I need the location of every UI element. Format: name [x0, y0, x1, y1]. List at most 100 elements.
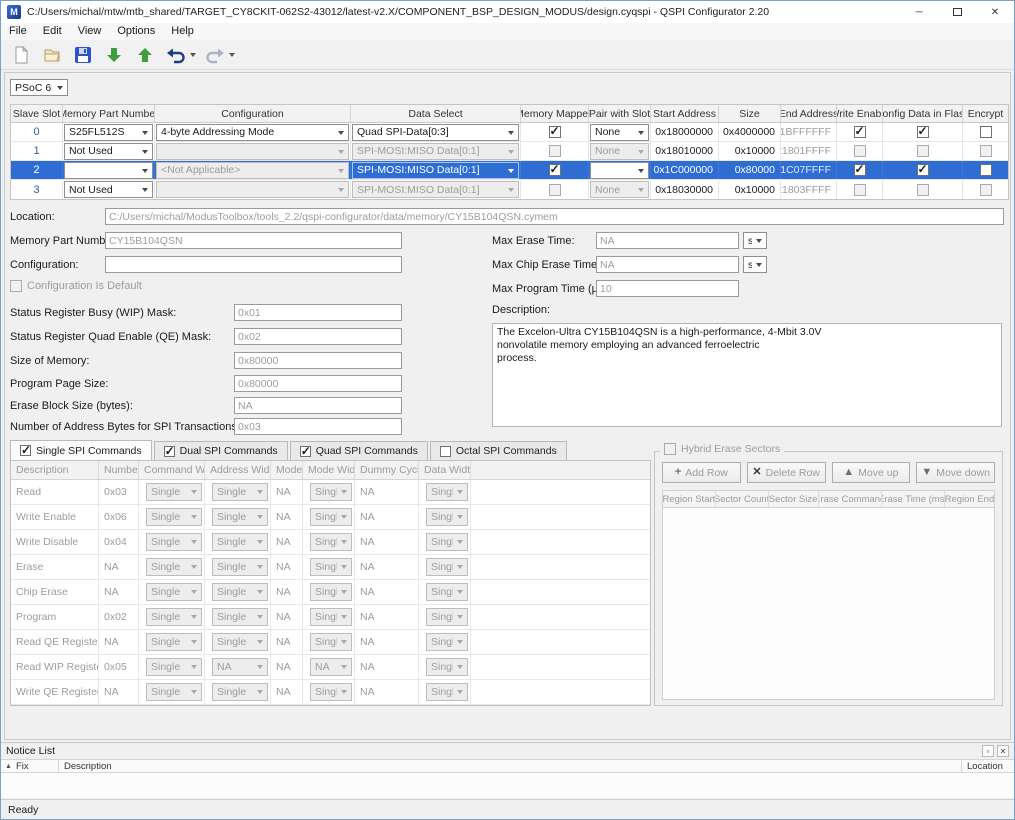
- memory-part-number-label: Memory Part Number:: [10, 235, 105, 247]
- menu-bar: File Edit View Options Help: [1, 23, 1014, 40]
- tab-octal-spi-commands[interactable]: Octal SPI Commands: [430, 441, 567, 460]
- command-description: Write Enable: [11, 505, 99, 529]
- app-icon: M: [7, 5, 21, 19]
- memory-mapped-checkbox[interactable]: [549, 164, 561, 176]
- command-width-select: Single: [146, 508, 202, 526]
- status-text: Ready: [8, 804, 38, 816]
- undo-menu-caret[interactable]: [190, 53, 196, 57]
- configuration-select: [156, 181, 349, 198]
- dual-spi-checkbox[interactable]: [164, 446, 175, 457]
- mode-width-select: Single: [310, 533, 352, 551]
- new-file-icon[interactable]: [9, 43, 33, 67]
- redo-icon[interactable]: [203, 43, 227, 67]
- slot-table-header: Slave Slot Memory Part Number Configurat…: [11, 105, 1008, 123]
- quad-spi-checkbox[interactable]: [300, 446, 311, 457]
- data-select-select[interactable]: SPI-MOSI:MISO Data[0:1]: [352, 162, 519, 179]
- config-data-in-flash-checkbox[interactable]: [917, 126, 929, 138]
- menu-edit[interactable]: Edit: [35, 23, 70, 40]
- command-row-program: Program 0x02 Single Single NA Single NA …: [11, 605, 650, 630]
- size-of-memory-field[interactable]: [234, 352, 402, 369]
- memory-part-select[interactable]: Not Used: [64, 181, 153, 198]
- menu-help[interactable]: Help: [163, 23, 202, 40]
- move-down-button: ▼Move down: [916, 462, 995, 483]
- redo-menu-caret[interactable]: [229, 53, 235, 57]
- max-program-time-field[interactable]: [596, 280, 739, 297]
- tab-quad-spi-commands[interactable]: Quad SPI Commands: [290, 441, 428, 460]
- write-enable-checkbox[interactable]: [854, 164, 866, 176]
- data-select-select[interactable]: Quad SPI-Data[0:3]: [352, 124, 519, 141]
- slot-row-3[interactable]: 3 Not Used SPI-MOSI:MISO Data[0:1] None …: [11, 180, 1008, 199]
- location-field[interactable]: [105, 208, 1004, 225]
- header-mode: Mode: [271, 461, 303, 479]
- erase-block-size-field[interactable]: [234, 397, 402, 414]
- start-address-cell[interactable]: 0x1C000000: [651, 161, 719, 179]
- write-enable-checkbox[interactable]: [854, 126, 866, 138]
- pair-with-slot-select[interactable]: None: [590, 162, 649, 179]
- slot-row-2[interactable]: 2 CY15B104QSN <Not Applicable> SPI-MOSI:…: [11, 161, 1008, 180]
- size-cell[interactable]: 0x10000: [719, 180, 781, 199]
- maximize-button[interactable]: [938, 1, 976, 23]
- undo-icon[interactable]: [164, 43, 188, 67]
- single-spi-checkbox[interactable]: [20, 445, 31, 456]
- tab-single-spi-commands[interactable]: Single SPI Commands: [10, 440, 152, 460]
- qe-mask-label: Status Register Quad Enable (QE) Mask:: [10, 331, 234, 343]
- mode-width-select: Single: [310, 483, 352, 501]
- header-encrypt: Encrypt: [963, 105, 1008, 122]
- menu-options[interactable]: Options: [109, 23, 163, 40]
- size-cell[interactable]: 0x10000: [719, 142, 781, 160]
- address-width-select: Single: [212, 533, 268, 551]
- slot-row-1[interactable]: 1 Not Used SPI-MOSI:MISO Data[0:1] None …: [11, 142, 1008, 161]
- program-page-size-label: Program Page Size:: [10, 378, 234, 390]
- menu-view[interactable]: View: [70, 23, 110, 40]
- start-address-cell[interactable]: 0x18000000: [651, 123, 719, 141]
- menu-file[interactable]: File: [1, 23, 35, 40]
- memory-part-select[interactable]: S25FL512S: [64, 124, 153, 141]
- sort-indicator-icon[interactable]: ▲: [5, 763, 12, 770]
- size-cell[interactable]: 0x80000: [719, 161, 781, 179]
- max-chip-erase-time-field[interactable]: [596, 256, 739, 273]
- encrypt-checkbox[interactable]: [980, 164, 992, 176]
- import-icon[interactable]: [102, 43, 126, 67]
- export-icon[interactable]: [133, 43, 157, 67]
- start-address-cell[interactable]: 0x18010000: [651, 142, 719, 160]
- num-address-bytes-field[interactable]: [234, 418, 402, 435]
- max-erase-time-field[interactable]: [596, 232, 739, 249]
- slot-row-0[interactable]: 0 S25FL512S 4-byte Addressing Mode Quad …: [11, 123, 1008, 142]
- octal-spi-checkbox[interactable]: [440, 446, 451, 457]
- data-select-select: SPI-MOSI:MISO Data[0:1]: [352, 143, 519, 160]
- close-button[interactable]: ✕: [976, 1, 1014, 23]
- command-row-chip-erase: Chip Erase NA Single Single NA Single NA…: [11, 580, 650, 605]
- program-page-size-field[interactable]: [234, 375, 402, 392]
- save-icon[interactable]: [71, 43, 95, 67]
- memory-part-select[interactable]: CY15B104QSN: [64, 162, 153, 179]
- command-row-read-qe-register: Read QE Register NA Single Single NA Sin…: [11, 630, 650, 655]
- memory-part-number-field[interactable]: [105, 232, 402, 249]
- open-file-icon[interactable]: [40, 43, 64, 67]
- config-data-in-flash-checkbox[interactable]: [917, 164, 929, 176]
- encrypt-checkbox[interactable]: [980, 126, 992, 138]
- size-cell[interactable]: 0x4000000: [719, 123, 781, 141]
- configuration-select[interactable]: 4-byte Addressing Mode: [156, 124, 349, 141]
- description-label: Description:: [492, 304, 550, 316]
- pair-with-slot-select[interactable]: None: [590, 124, 649, 141]
- command-mode: NA: [271, 655, 303, 679]
- maximize-icon: [953, 8, 962, 16]
- data-width-select: Single: [426, 583, 468, 601]
- minimize-button[interactable]: ─: [900, 1, 938, 23]
- configuration-field[interactable]: [105, 256, 402, 273]
- header-mode-width: Mode Width: [303, 461, 355, 479]
- memory-mapped-checkbox[interactable]: [549, 126, 561, 138]
- memory-part-select[interactable]: Not Used: [64, 143, 153, 160]
- float-panel-icon[interactable]: ▫: [982, 745, 994, 757]
- start-address-cell[interactable]: 0x18030000: [651, 180, 719, 199]
- device-select[interactable]: PSoC 6: [10, 79, 68, 96]
- qe-mask-field[interactable]: [234, 328, 402, 345]
- tab-dual-spi-commands[interactable]: Dual SPI Commands: [154, 441, 288, 460]
- max-chip-erase-time-unit-select[interactable]: s: [743, 256, 767, 273]
- command-mode: NA: [271, 505, 303, 529]
- close-panel-icon[interactable]: ✕: [997, 745, 1009, 757]
- max-erase-time-unit-select[interactable]: s: [743, 232, 767, 249]
- wip-mask-field[interactable]: [234, 304, 402, 321]
- mode-width-select: Single: [310, 683, 352, 701]
- address-width-select: Single: [212, 583, 268, 601]
